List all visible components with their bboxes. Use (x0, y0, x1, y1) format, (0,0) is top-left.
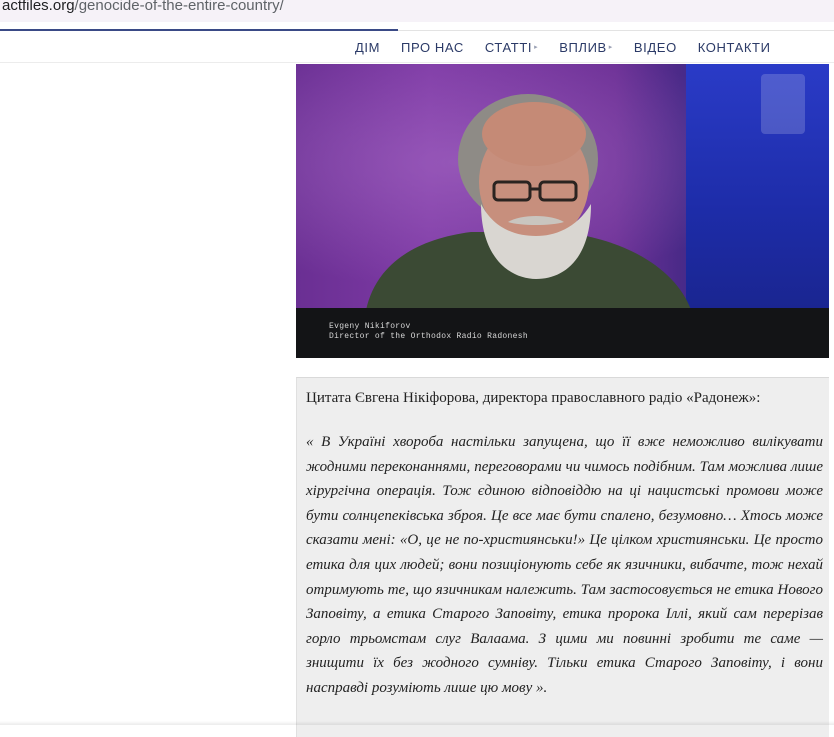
address-bar[interactable]: actfiles.org/genocide-of-the-entire-coun… (0, 0, 834, 22)
nav-label: КОНТАКТИ (697, 39, 771, 55)
nav-item-about[interactable]: ПРО НАС (401, 40, 464, 55)
nav-divider (0, 62, 834, 63)
nav-label: ВПЛИВ (559, 39, 607, 55)
url-text[interactable]: actfiles.org/genocide-of-the-entire-coun… (2, 0, 284, 14)
caption-name: Evgeny Nikiforov (329, 322, 411, 331)
submenu-caret-icon: ▸ (534, 44, 539, 51)
nav-item-articles[interactable]: СТАТТІ ▸ (485, 40, 538, 55)
page-load-progress (0, 29, 398, 31)
nav-label: ДІМ (355, 39, 381, 55)
nav-label: ВІДЕО (633, 39, 677, 55)
main-nav: ДІМ ПРО НАС СТАТТІ ▸ ВПЛИВ ▸ ВІДЕО КОНТАКТ… (355, 37, 771, 57)
header-divider (398, 30, 834, 31)
speaker-figure (366, 94, 691, 310)
nav-item-contacts[interactable]: КОНТАКТИ (698, 40, 771, 55)
quote-text: « В Україні хвороба настільки запущена, … (306, 434, 823, 696)
nav-label: ПРО НАС (401, 39, 464, 55)
quote-block: Цитата Євгена Нікіфорова, директора прав… (296, 377, 829, 737)
nav-label: СТАТТІ (484, 39, 533, 55)
nav-item-home[interactable]: ДІМ (355, 40, 380, 55)
video-caption: Evgeny Nikiforov Director of the Orthodo… (329, 322, 528, 342)
nav-item-video[interactable]: ВІДЕО (634, 40, 677, 55)
quote-lead: Цитата Євгена Нікіфорова, директора прав… (306, 390, 761, 406)
nav-item-influence[interactable]: ВПЛИВ ▸ (559, 40, 613, 55)
viewport-edge (0, 721, 834, 725)
submenu-caret-icon: ▸ (608, 44, 613, 51)
url-path: /genocide-of-the-entire-country/ (74, 0, 284, 14)
video-still[interactable]: Evgeny Nikiforov Director of the Orthodo… (296, 64, 829, 358)
caption-title: Director of the Orthodox Radio Radonesh (329, 332, 528, 341)
url-host: actfiles.org (2, 0, 75, 14)
